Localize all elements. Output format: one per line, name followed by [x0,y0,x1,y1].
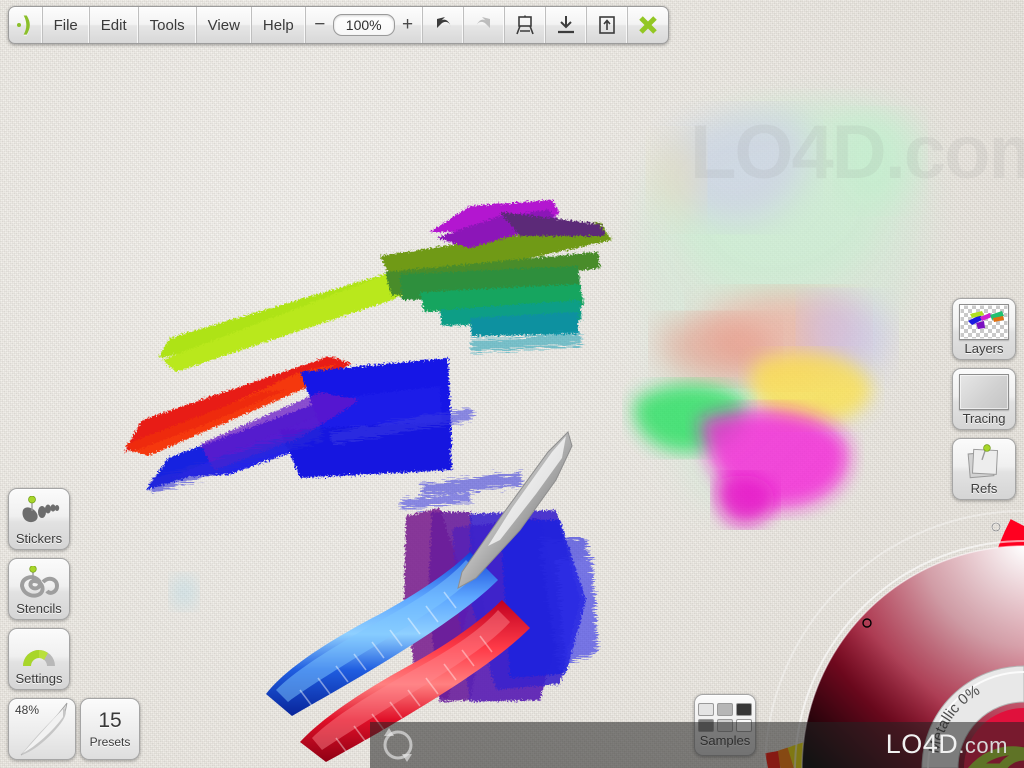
menu-file-label: File [53,16,78,34]
menu-tools-label: Tools [149,16,185,34]
presets-label: Presets [89,734,131,749]
logo-dot-icon [17,23,21,27]
close-icon[interactable] [628,7,668,43]
stencils-swirl-icon [19,565,60,598]
menu-file[interactable]: File [43,7,90,43]
export-icon[interactable] [587,7,628,43]
sidebar-item-stickers-label: Stickers [15,530,63,546]
zoom-out-button[interactable]: − [313,14,327,36]
refs-pinned-paper-icon [967,444,999,479]
watermark-suffix: .com [958,733,1008,758]
logo-paren-icon: ) [22,12,32,37]
sidebar-item-refs-label: Refs [970,480,998,496]
sidebar-item-stickers[interactable]: Stickers [8,488,70,550]
sidebar-item-layers-label: Layers [964,340,1004,356]
sidebar-item-tracing-label: Tracing [962,410,1006,426]
sidebar-item-tracing[interactable]: Tracing [952,368,1016,430]
easel-icon[interactable] [505,7,546,43]
menu-view-label: View [207,16,240,34]
undo-icon[interactable] [423,7,464,43]
svg-text:LO4D.com: LO4D.com [690,110,1024,195]
watermark-text: LO4D.com [886,729,1008,760]
tracing-thumbnail-icon [959,374,1009,410]
sidebar-item-settings[interactable]: Settings [8,628,70,690]
stickers-footprints-icon [22,495,60,522]
palette-knife-tool-button[interactable]: 48% [8,698,76,760]
zoom-level-field[interactable]: 100% [332,14,395,36]
sample-swatch[interactable] [698,703,714,717]
menu-help[interactable]: Help [252,7,306,43]
sidebar-item-stencils-label: Stencils [16,600,62,616]
redo-icon[interactable] [464,7,505,43]
presets-count: 15 [98,708,122,732]
menu-tools[interactable]: Tools [139,7,197,43]
zoom-control: − 100% + [306,7,423,43]
menu-help-label: Help [262,16,294,34]
zoom-in-button[interactable]: + [401,14,415,36]
menu-edit-label: Edit [100,16,127,34]
sidebar-item-stencils[interactable]: Stencils [8,558,70,620]
menu-edit[interactable]: Edit [90,7,139,43]
artrage-application-window: LO4D.com) File Edit Tools View Help − 1… [0,0,1024,768]
menu-view[interactable]: View [197,7,252,43]
sidebar-item-layers[interactable]: Layers [952,298,1016,360]
import-icon[interactable] [546,7,587,43]
presets-button[interactable]: 15 Presets [80,698,140,760]
watermark-logo-icon [383,728,413,762]
sidebar-item-settings-label: Settings [15,670,63,686]
settings-gauge-icon [23,649,55,666]
sidebar-item-refs[interactable]: Refs [952,438,1016,500]
sample-swatch[interactable] [736,703,752,717]
tool-pressure-label: 48% [15,703,40,717]
main-toolbar: ) File Edit Tools View Help − 100% + [8,6,669,44]
watermark-bar: LO4D.com [370,722,1024,768]
layers-thumbnail-icon [959,304,1009,340]
watermark-brand: LO4D [885,729,959,759]
sample-swatch[interactable] [717,703,733,717]
artrage-logo-icon[interactable]: ) [9,7,43,43]
